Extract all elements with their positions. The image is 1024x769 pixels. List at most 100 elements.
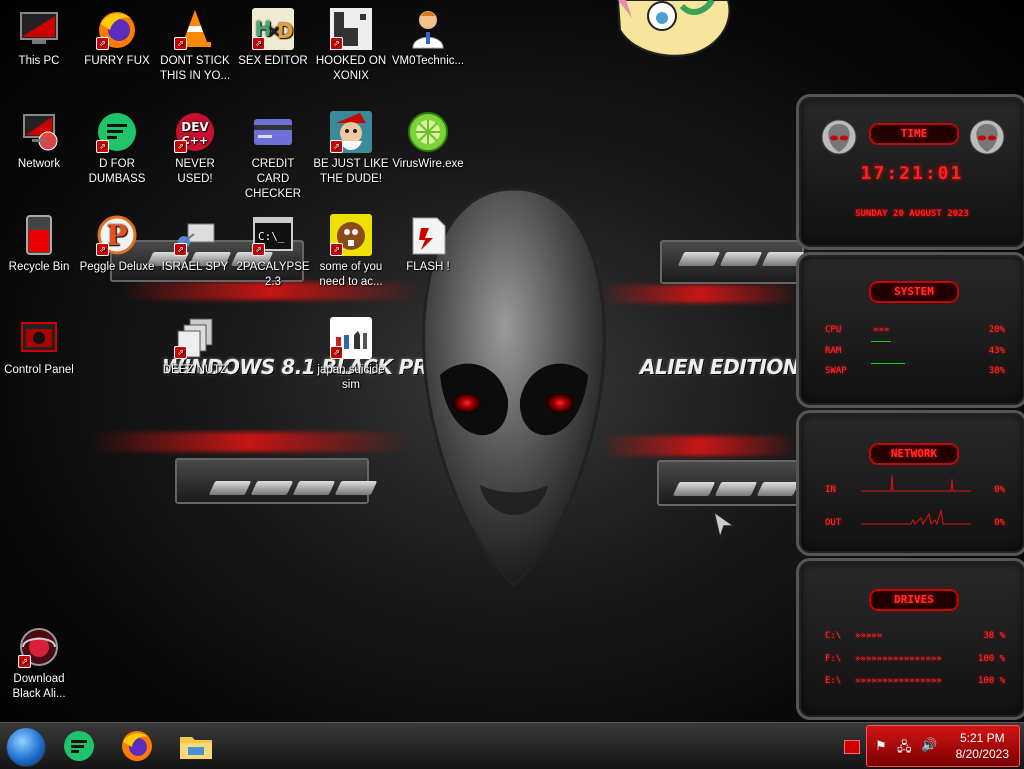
network-gadget[interactable]: NETWORK IN 0% OUT 0% bbox=[796, 410, 1024, 556]
swap-graph-line bbox=[871, 363, 905, 364]
desktop-icon-control-panel[interactable]: Control Panel bbox=[1, 317, 77, 378]
time-gadget-date: SUNDAY 20 AUGUST 2023 bbox=[855, 209, 969, 219]
desktop-icon-recycle-bin[interactable]: Recycle Bin bbox=[1, 214, 77, 275]
wallpaper-red-glow bbox=[90, 432, 410, 452]
taskbar-discord-green-icon[interactable] bbox=[62, 729, 96, 763]
time-gadget-title: TIME bbox=[869, 123, 959, 145]
drives-gadget-title: DRIVES bbox=[869, 589, 959, 611]
desktop-icon-label: 2PACALYPSE 2.3 bbox=[236, 261, 310, 288]
system-row-value: 20% bbox=[988, 325, 1005, 335]
hxd-editor-icon: H × D ⇗ bbox=[252, 8, 294, 50]
desktop-icon-label: BE JUST LIKE THE DUDE! bbox=[313, 158, 389, 185]
shortcut-arrow-icon: ⇗ bbox=[96, 37, 109, 50]
desktop-icon-label: NEVER USED! bbox=[175, 158, 215, 185]
start-orb-icon[interactable] bbox=[6, 727, 46, 767]
network-icon[interactable]: 🖧 bbox=[897, 738, 912, 760]
svg-text:C:\_: C:\_ bbox=[258, 230, 285, 243]
taskbar-firefox-icon[interactable] bbox=[120, 729, 154, 763]
shortcut-arrow-icon: ⇗ bbox=[174, 346, 187, 359]
wallpaper-red-glow bbox=[600, 436, 800, 456]
recycle-bin-icon bbox=[18, 214, 60, 256]
time-gadget[interactable]: TIME 17:21:01 SUNDAY 20 AUGUST 2023 bbox=[796, 94, 1024, 250]
alien-logo-icon bbox=[821, 119, 857, 155]
desktop-icon-furry-fux[interactable]: ⇗ FURRY FUX bbox=[79, 8, 155, 69]
svg-text:P: P bbox=[106, 219, 127, 252]
taskbar-file-explorer-icon[interactable] bbox=[178, 729, 214, 763]
shortcut-arrow-icon: ⇗ bbox=[252, 243, 265, 256]
system-tray: ⚑ 🖧 🔊 5:21 PM 8/20/2023 bbox=[866, 725, 1020, 767]
desktop-icon-this-pc[interactable]: This PC bbox=[1, 8, 77, 69]
network-row-in: IN 0% bbox=[825, 474, 1005, 495]
desktop-icon-label: FURRY FUX bbox=[84, 55, 150, 67]
drive-bar-icon: »»»»»»»»»»»»»»»» bbox=[855, 676, 942, 686]
vlc-cone-icon: ⇗ bbox=[174, 8, 216, 50]
time-gadget-clock: 17:21:01 bbox=[860, 163, 964, 184]
flag-icon[interactable]: ⚑ bbox=[875, 738, 887, 754]
desktop-icon-label: Download Black Ali... bbox=[12, 673, 66, 700]
desktop-icon-network[interactable]: Network bbox=[1, 111, 77, 172]
shortcut-arrow-icon: ⇗ bbox=[252, 37, 265, 50]
desktop-icon-hooked-on-xonix[interactable]: ⇗ HOOKED ON XONIX bbox=[313, 8, 389, 84]
desktop-icon-label: some of you need to ac... bbox=[319, 261, 383, 288]
desktop-icon-viruswire[interactable]: VirusWire.exe bbox=[390, 111, 466, 172]
doctor-avatar-icon bbox=[407, 8, 449, 50]
desktop-icon-some-of-you[interactable]: ⇗ some of you need to ac... bbox=[313, 214, 389, 290]
system-row-swap: SWAP 38% bbox=[825, 363, 1005, 376]
desktop-icon-label: HOOKED ON XONIX bbox=[315, 55, 387, 82]
system-row-label: SWAP bbox=[825, 366, 847, 376]
desktop-icon-be-just-like-the-dude[interactable]: ⇗ BE JUST LIKE THE DUDE! bbox=[313, 111, 389, 187]
desktop-icon-israel-spy[interactable]: ⇗ ISRAEL SPY bbox=[157, 214, 233, 275]
system-gadget[interactable]: SYSTEM CPU »»» 20% RAM 43% SWAP 38% bbox=[796, 252, 1024, 408]
shortcut-arrow-icon: ⇗ bbox=[18, 655, 31, 668]
network-icon bbox=[18, 111, 60, 153]
shortcut-arrow-icon: ⇗ bbox=[96, 140, 109, 153]
shortcut-arrow-icon: ⇗ bbox=[96, 243, 109, 256]
drives-gadget[interactable]: DRIVES C:\ »»»»» 38 % F:\ »»»»»»»»»»»»»»… bbox=[796, 558, 1024, 720]
desktop-icon-dont-stick[interactable]: ⇗ DONT STICK THIS IN YO... bbox=[157, 8, 233, 84]
system-row-ram: RAM 43% bbox=[825, 341, 1005, 356]
shortcut-arrow-icon: ⇗ bbox=[330, 346, 343, 359]
desktop-icon-label: CREDIT CARD CHECKER bbox=[244, 158, 302, 200]
desktop-icon-d-for-dumbass[interactable]: ⇗ D FOR DUMBASS bbox=[79, 111, 155, 187]
desktop-icon-2pacalypse[interactable]: C:\_ ⇗ 2PACALYPSE 2.3 bbox=[235, 214, 311, 290]
elf-icon: ⇗ bbox=[330, 111, 372, 153]
desktop-icon-label: DONT STICK THIS IN YO... bbox=[159, 55, 231, 82]
speaker-icon[interactable]: 🔊 bbox=[921, 737, 937, 753]
desktop-icon-label: japan suicide sim bbox=[317, 364, 385, 391]
desktop-icon-japan-suicide-sim[interactable]: ⇗ japan suicide sim bbox=[313, 317, 389, 393]
desktop-icon-vm0technic[interactable]: VM0Technic... bbox=[390, 8, 466, 69]
desktop-icon-peggle-deluxe[interactable]: P ⇗ Peggle Deluxe bbox=[79, 214, 155, 275]
network-row-value: 0% bbox=[994, 485, 1005, 495]
show-hidden-icons-icon[interactable] bbox=[844, 740, 860, 754]
desktop-icon-label: VM0Technic... bbox=[391, 55, 465, 67]
svg-text:D: D bbox=[277, 19, 294, 43]
cartoon-character-sticker bbox=[616, 0, 731, 57]
drive-row-f: F:\ »»»»»»»»»»»»»»»» 100 % bbox=[825, 654, 1005, 664]
drive-row-label: F:\ bbox=[825, 654, 842, 664]
drive-bar-icon: »»»»» bbox=[855, 631, 883, 641]
alien-download-icon: ⇗ bbox=[18, 626, 60, 668]
system-row-label: RAM bbox=[825, 346, 842, 356]
limewire-icon bbox=[407, 111, 449, 153]
cpu-bar-icon: »»» bbox=[873, 325, 890, 335]
shortcut-arrow-icon: ⇗ bbox=[174, 140, 187, 153]
desktop-icon-credit-card-checker[interactable]: CREDIT CARD CHECKER bbox=[235, 111, 311, 202]
desktop-icon-never-used[interactable]: DEV C++ ⇗ NEVER USED! bbox=[157, 111, 233, 187]
network-row-label: OUT bbox=[825, 518, 842, 528]
desktop-icon-label: This PC bbox=[18, 55, 60, 67]
desktop-icon-label: DEEZ NUTZ bbox=[162, 364, 228, 376]
desktop-icon-deez-nutz[interactable]: ⇗ DEEZ NUTZ bbox=[157, 317, 233, 378]
wallpaper-slots bbox=[677, 252, 805, 266]
stacked-windows-icon: ⇗ bbox=[174, 317, 216, 359]
system-row-value: 43% bbox=[988, 346, 1005, 356]
desktop-icon-label: Peggle Deluxe bbox=[79, 261, 155, 273]
drive-row-label: E:\ bbox=[825, 676, 842, 686]
drive-bar-icon: »»»»»»»»»»»»»»»» bbox=[855, 654, 942, 664]
desktop-icon-sex-editor[interactable]: H × D ⇗ SEX EDITOR bbox=[235, 8, 311, 69]
desktop-icon-download-black-alien[interactable]: ⇗ Download Black Ali... bbox=[1, 626, 77, 702]
desktop-icon-flash[interactable]: FLASH ! bbox=[390, 214, 466, 275]
shortcut-arrow-icon: ⇗ bbox=[174, 37, 187, 50]
desktop-icon-label: D FOR DUMBASS bbox=[88, 158, 146, 185]
taskbar-clock[interactable]: 5:21 PM 8/20/2023 bbox=[956, 730, 1009, 762]
discord-green-icon: ⇗ bbox=[96, 111, 138, 153]
